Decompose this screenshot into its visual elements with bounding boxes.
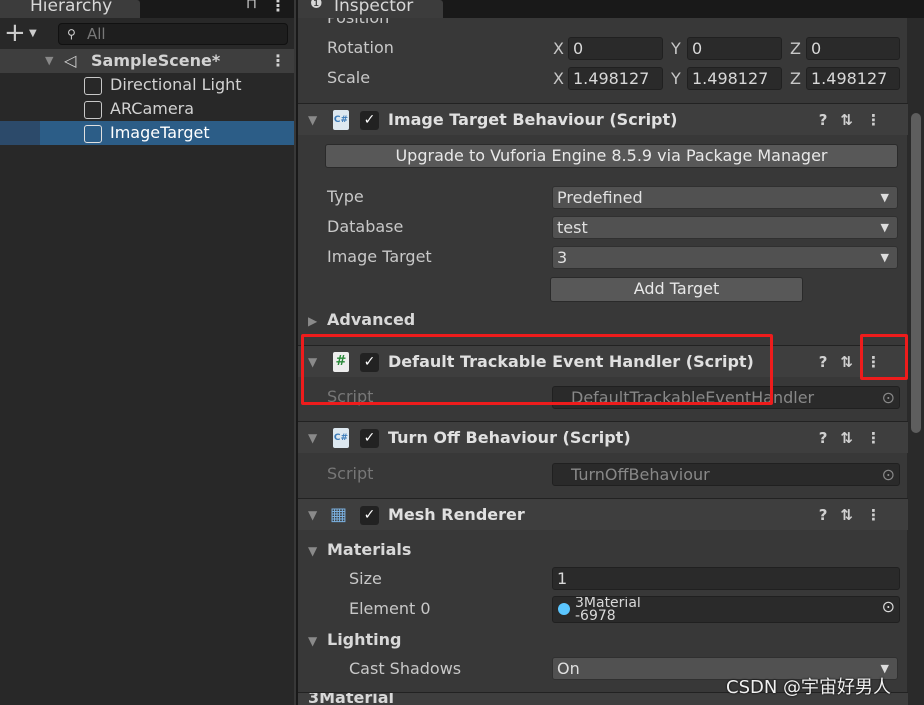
z-label: Z	[790, 39, 801, 58]
item-label: Directional Light	[110, 75, 242, 94]
component-title: Mesh Renderer	[388, 505, 525, 524]
cast-shadows-label: Cast Shadows	[349, 659, 462, 678]
foldout-icon[interactable]: ▼	[308, 499, 317, 531]
component-title: Image Target Behaviour (Script)	[388, 110, 678, 129]
scale-y-input[interactable]: 1.498127	[687, 67, 782, 90]
tab-hierarchy[interactable]: Hierarchy	[0, 0, 140, 18]
scene-name: SampleScene*	[91, 51, 221, 70]
more-icon[interactable]: ⋮	[270, 0, 286, 15]
lock-icon[interactable]: ⊓	[246, 0, 257, 12]
object-picker-icon[interactable]: ⊙	[882, 387, 895, 408]
element0-value: 3Material -6978	[575, 596, 641, 623]
scrollbar[interactable]	[907, 18, 924, 705]
object-picker-icon[interactable]: ⊙	[882, 599, 895, 615]
item-label: ImageTarget	[110, 123, 210, 142]
item-label: ARCamera	[110, 99, 195, 118]
x-label: X	[553, 69, 564, 88]
lighting-foldout[interactable]: Lighting	[327, 630, 402, 649]
database-dropdown[interactable]: test	[552, 216, 898, 239]
component-title: Turn Off Behaviour (Script)	[388, 428, 631, 447]
scale-x-input[interactable]: 1.498127	[568, 67, 663, 90]
scene-row[interactable]: ▼ ◁ SampleScene* ⋮	[0, 49, 294, 73]
expand-icon[interactable]: ▼	[45, 49, 53, 73]
database-label: Database	[327, 217, 404, 236]
tab-inspector[interactable]: ❶ Inspector	[298, 0, 443, 18]
element0-label: Element 0	[349, 599, 431, 618]
component-icons[interactable]: ?⇅⋮	[819, 499, 894, 531]
hierarchy-item[interactable]: Directional Light	[40, 73, 294, 97]
scrollbar-thumb[interactable]	[911, 113, 921, 433]
rotation-y-input[interactable]: 0	[687, 37, 782, 60]
dropdown-icon[interactable]: ▼	[29, 28, 37, 39]
add-target-button[interactable]: Add Target	[550, 277, 803, 302]
script-value: TurnOffBehaviour	[571, 465, 710, 484]
script-label: Script	[327, 464, 374, 483]
tab-label: Inspector	[334, 0, 414, 16]
search-input[interactable]: ⚲ All	[58, 23, 288, 45]
object-picker-icon[interactable]: ⊙	[882, 464, 895, 485]
tab-label: Hierarchy	[30, 0, 113, 16]
upgrade-button[interactable]: Upgrade to Vuforia Engine 8.5.9 via Pack…	[325, 144, 898, 168]
script-icon: C#	[333, 110, 349, 130]
gameobject-icon	[84, 77, 102, 95]
foldout-icon[interactable]: ▼	[308, 104, 317, 136]
type-dropdown[interactable]: Predefined	[552, 186, 898, 209]
enabled-checkbox[interactable]: ✓	[360, 111, 379, 130]
highlight-box-menu	[860, 334, 908, 380]
advanced-foldout[interactable]: Advanced	[327, 310, 415, 329]
element0-field[interactable]: 3Material -6978 ⊙	[552, 596, 900, 623]
mesh-renderer-icon: ▦	[330, 504, 348, 525]
gameobject-icon	[84, 101, 102, 119]
image-target-dropdown[interactable]: 3	[552, 246, 898, 269]
script-field[interactable]: TurnOffBehaviour ⊙	[552, 463, 900, 486]
highlight-box	[301, 334, 773, 405]
mesh-renderer-header[interactable]: ▼ ▦ ✓ Mesh Renderer ?⇅⋮	[298, 498, 908, 530]
enabled-checkbox[interactable]: ✓	[360, 506, 379, 525]
unity-scene-icon: ◁	[64, 51, 77, 70]
gameobject-icon	[84, 125, 102, 143]
advanced-foldout-icon[interactable]: ▶	[308, 314, 317, 328]
turn-off-header[interactable]: ▼ C# ✓ Turn Off Behaviour (Script) ?⇅⋮	[298, 421, 908, 453]
rotation-label: Rotation	[327, 38, 394, 57]
search-placeholder: All	[87, 25, 106, 43]
component-icons[interactable]: ?⇅⋮	[819, 422, 894, 454]
hierarchy-panel: Hierarchy ⊓ ⋮ + ▼ ⚲ All ▼ ◁ SampleScene* …	[0, 0, 294, 705]
info-icon: ❶	[310, 0, 323, 12]
z-label: Z	[790, 69, 801, 88]
image-target-header[interactable]: ▼ C# ✓ Image Target Behaviour (Script) ?⇅⋮	[298, 103, 908, 135]
rotation-x-input[interactable]: 0	[568, 37, 663, 60]
y-label: Y	[671, 39, 681, 58]
materials-foldout[interactable]: Materials	[327, 540, 411, 559]
script-icon: C#	[333, 428, 349, 448]
component-icons[interactable]: ?⇅⋮	[819, 104, 894, 136]
type-label: Type	[327, 187, 364, 206]
enabled-checkbox[interactable]: ✓	[360, 429, 379, 448]
scale-z-input[interactable]: 1.498127	[806, 67, 900, 90]
search-icon: ⚲	[67, 27, 76, 41]
material-title: 3Material	[308, 692, 395, 705]
size-input[interactable]: 1	[552, 567, 900, 590]
image-target-label: Image Target	[327, 247, 432, 266]
hierarchy-item-selected[interactable]: ImageTarget	[40, 121, 294, 145]
rotation-z-input[interactable]: 0	[806, 37, 900, 60]
size-label: Size	[349, 569, 382, 588]
y-label: Y	[671, 69, 681, 88]
add-icon[interactable]: +	[4, 20, 26, 46]
x-label: X	[553, 39, 564, 58]
hierarchy-item[interactable]: ARCamera	[40, 97, 294, 121]
inspector-panel: ❶Inspector Position Rotation Scale X 0 Y…	[296, 0, 924, 705]
scale-label: Scale	[327, 68, 371, 87]
materials-foldout-icon[interactable]: ▼	[308, 544, 317, 558]
foldout-icon[interactable]: ▼	[308, 422, 317, 454]
selection-gutter	[0, 121, 40, 145]
scene-menu-icon[interactable]: ⋮	[270, 49, 286, 73]
watermark: CSDN @宇宙好男人	[726, 677, 892, 698]
lighting-foldout-icon[interactable]: ▼	[308, 634, 317, 648]
material-icon	[558, 603, 570, 615]
